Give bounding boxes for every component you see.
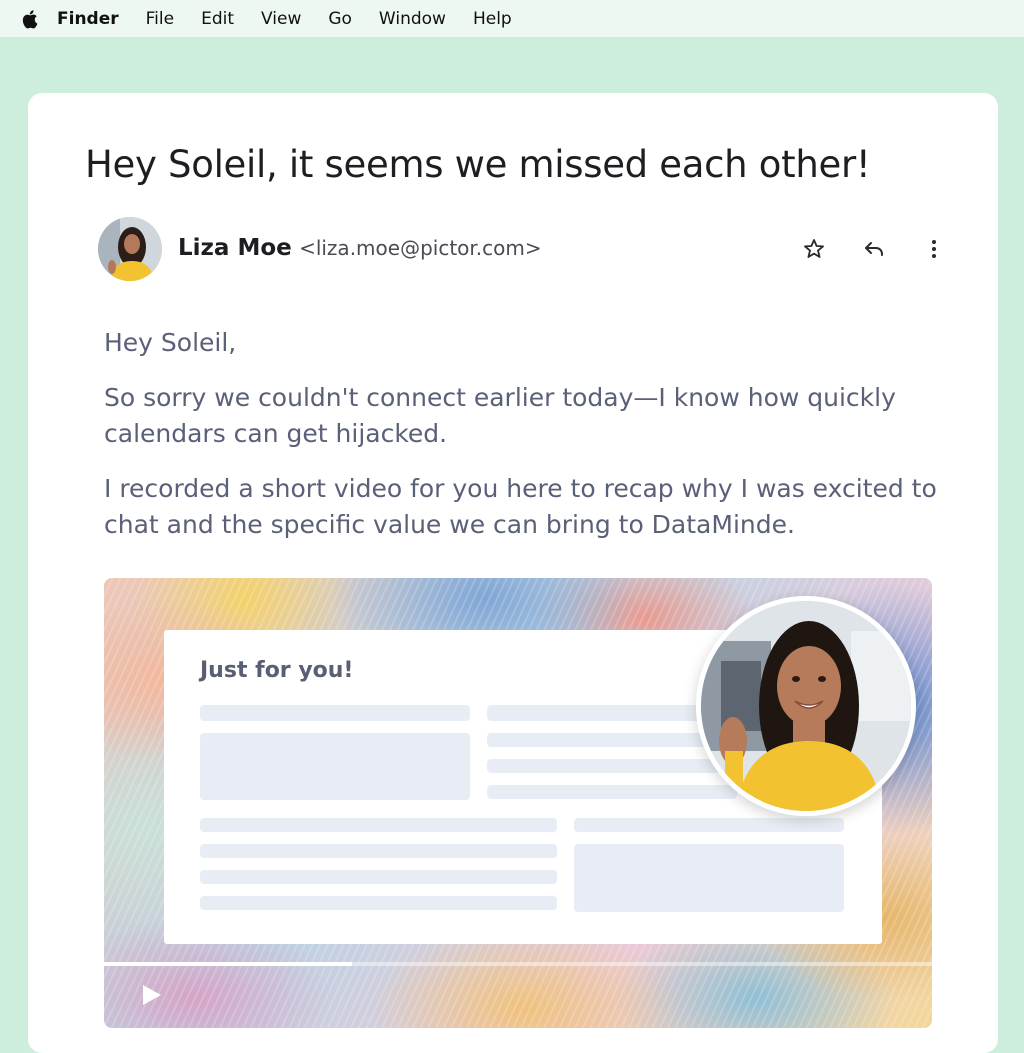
- body-paragraph-2: I recorded a short video for you here to…: [104, 474, 937, 539]
- menu-app-name[interactable]: Finder: [57, 9, 119, 29]
- star-button[interactable]: [801, 236, 827, 262]
- placeholder-block: [200, 844, 557, 858]
- menu-view[interactable]: View: [261, 9, 301, 29]
- placeholder-block: [200, 818, 557, 832]
- reply-button[interactable]: [861, 236, 887, 262]
- placeholder-block: [574, 844, 844, 912]
- email-card: Hey Soleil, it seems we missed each othe…: [28, 93, 998, 1053]
- avatar-photo: [98, 217, 162, 281]
- email-subject: Hey Soleil, it seems we missed each othe…: [85, 143, 871, 186]
- video-progress-fill: [104, 962, 353, 966]
- placeholder-block: [487, 785, 737, 799]
- sender-email[interactable]: <liza.moe@pictor.com>: [299, 236, 542, 260]
- placeholder-block: [200, 705, 470, 721]
- apple-logo-icon[interactable]: [22, 9, 40, 29]
- preview-title: Just for you!: [200, 658, 354, 683]
- reply-icon: [865, 242, 883, 256]
- menu-help[interactable]: Help: [473, 9, 512, 29]
- presenter-bubble: [696, 596, 916, 816]
- video-progress-bar[interactable]: [104, 962, 932, 966]
- menu-file[interactable]: File: [146, 9, 174, 29]
- placeholder-block: [200, 896, 557, 910]
- star-icon: [804, 239, 824, 258]
- placeholder-block: [574, 818, 844, 832]
- sender-name[interactable]: Liza Moe: [178, 235, 292, 261]
- video-player[interactable]: Just for you!: [104, 578, 932, 1028]
- placeholder-block: [200, 870, 557, 884]
- menu-bar: Finder File Edit View Go Window Help: [0, 0, 1024, 37]
- menu-go[interactable]: Go: [328, 9, 352, 29]
- play-icon[interactable]: [138, 982, 164, 1008]
- body-paragraph-1: So sorry we couldn't connect earlier tod…: [104, 383, 896, 448]
- sender-avatar[interactable]: [98, 217, 162, 281]
- body-greeting: Hey Soleil,: [104, 328, 237, 357]
- placeholder-block: [200, 733, 470, 800]
- email-body: Hey Soleil, So sorry we couldn't connect…: [104, 325, 964, 562]
- placeholder-block: [487, 759, 737, 773]
- menu-edit[interactable]: Edit: [201, 9, 234, 29]
- more-vertical-icon: [932, 240, 936, 258]
- more-button[interactable]: [921, 236, 947, 262]
- sender-line: Liza Moe <liza.moe@pictor.com>: [178, 235, 542, 261]
- presenter-photo: [701, 601, 911, 811]
- menu-window[interactable]: Window: [379, 9, 446, 29]
